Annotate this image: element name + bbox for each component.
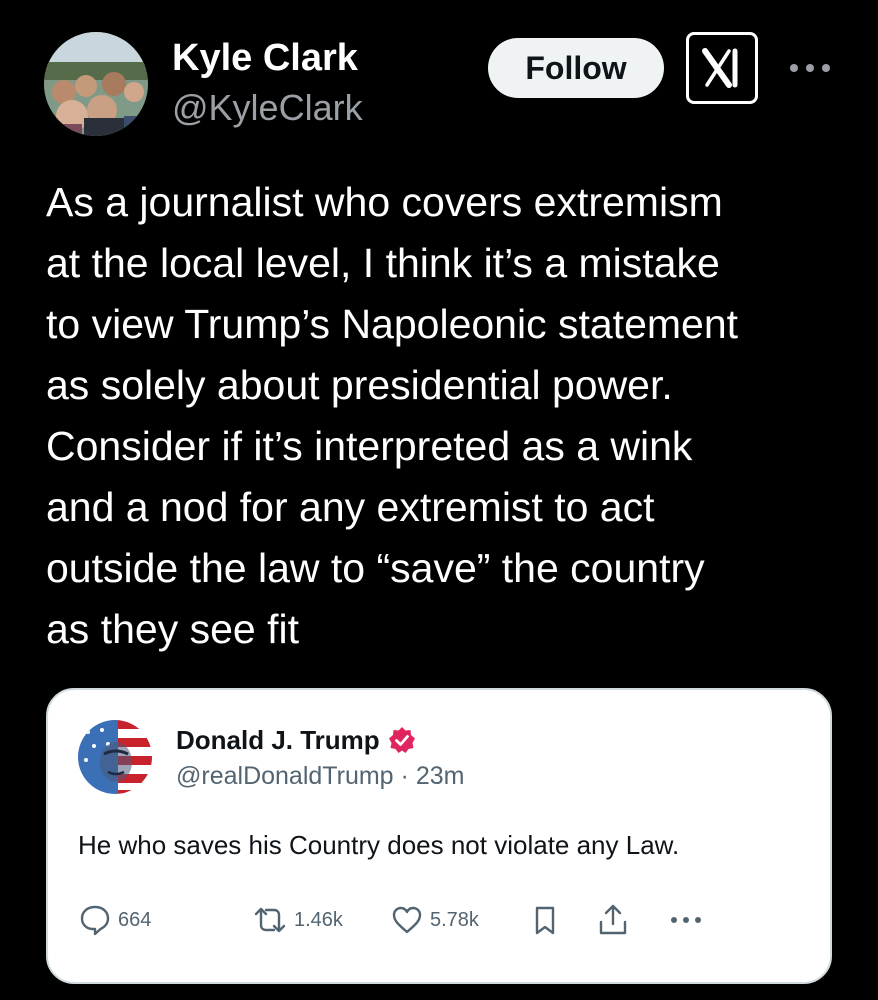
repost-action[interactable]: 1.46k <box>252 900 343 940</box>
post-header: Kyle Clark @KyleClark Follow <box>0 0 878 160</box>
meta-separator: · <box>393 762 416 790</box>
share-icon <box>599 904 627 935</box>
flag-portrait-icon <box>78 720 152 794</box>
quoted-post-actions: 664 1.46k 5.78k <box>78 900 798 940</box>
quoted-author-row: Donald J. Trump <box>176 724 416 756</box>
post-text-line: As a journalist who covers extremism <box>46 179 723 225</box>
bookmark-icon <box>535 906 555 935</box>
quoted-more-action[interactable] <box>668 900 704 940</box>
avatar-photo-icon <box>44 32 148 136</box>
post-text-line: Consider if it’s interpreted as a wink <box>46 423 693 469</box>
x-logo-glyph-icon <box>702 48 738 88</box>
post-text-line: to view Trump’s Napoleonic statement <box>46 301 739 347</box>
quoted-author-name[interactable]: Donald J. Trump <box>176 725 380 756</box>
post-text-line: as they see fit <box>46 606 299 652</box>
verified-badge-icon <box>388 727 415 753</box>
author-avatar[interactable] <box>44 32 148 136</box>
post-text-line: as solely about presidential power. <box>46 362 673 408</box>
reply-count: 664 <box>118 908 152 931</box>
share-action[interactable] <box>596 900 630 940</box>
reply-icon <box>80 905 110 936</box>
heart-icon <box>392 906 422 934</box>
like-action[interactable]: 5.78k <box>390 900 479 940</box>
repost-icon <box>254 907 286 933</box>
post-text: As a journalist who covers extremism at … <box>46 172 846 660</box>
like-count: 5.78k <box>430 908 479 931</box>
reply-action[interactable]: 664 <box>78 900 151 940</box>
quoted-post-time[interactable]: 23m <box>416 762 465 790</box>
more-horizontal-icon <box>790 64 830 72</box>
post-text-line: at the local level, I think it’s a mista… <box>46 240 720 286</box>
quoted-post-text: He who saves his Country does not violat… <box>78 830 680 860</box>
follow-button[interactable]: Follow <box>488 38 664 98</box>
more-horizontal-icon <box>671 917 701 923</box>
quoted-author-meta: @realDonaldTrump · 23m <box>176 762 464 791</box>
post-text-line: outside the law to “save” the country <box>46 545 705 591</box>
quoted-post-card[interactable]: Donald J. Trump @realDonaldTrump · 23m H… <box>46 688 832 984</box>
quoted-author-avatar[interactable] <box>78 720 152 794</box>
more-options-icon[interactable] <box>786 56 834 80</box>
repost-count: 1.46k <box>294 908 343 931</box>
author-handle[interactable]: @KyleClark <box>172 86 363 130</box>
post-text-line: and a nod for any extremist to act <box>46 484 655 530</box>
author-name[interactable]: Kyle Clark <box>172 36 358 80</box>
quoted-author-handle[interactable]: @realDonaldTrump <box>176 762 394 790</box>
bookmark-action[interactable] <box>530 900 560 940</box>
x-logo-icon[interactable] <box>686 32 758 104</box>
